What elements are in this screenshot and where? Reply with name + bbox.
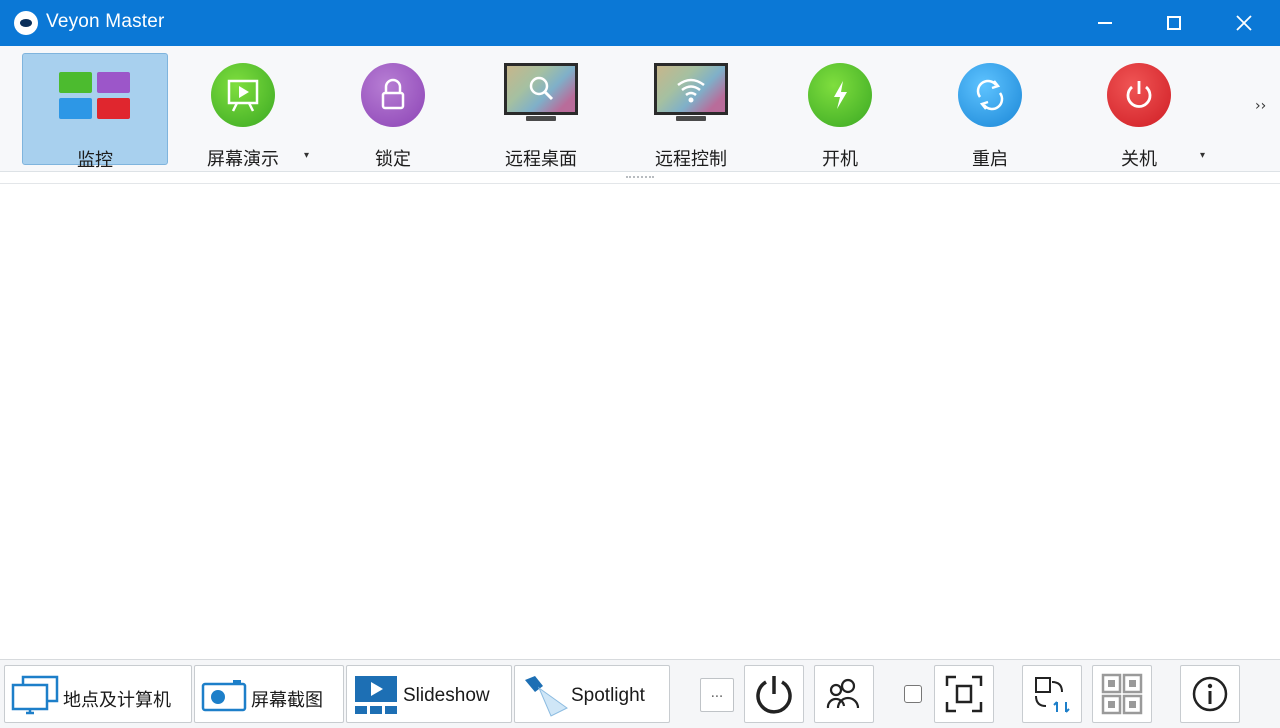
power-icon [756,676,792,714]
remote-view-icon [504,63,578,125]
camera-icon [201,680,247,712]
tool-label: 屏幕演示 [207,149,279,170]
users-button[interactable] [814,665,874,723]
bottom-toolbar: 地点及计算机 屏幕截图 Slideshow Spotlight ... [0,659,1280,728]
info-icon [1192,676,1228,712]
spotlight-icon [525,676,568,717]
slideshow-button[interactable]: Slideshow [346,665,512,723]
computer-monitoring-area [0,183,1280,659]
fit-to-screen-icon [945,675,983,713]
tool-label: 监控 [77,150,113,171]
grid-layout-icon [1101,673,1143,715]
tool-power-off-button[interactable]: 关机 [1066,53,1212,170]
power-off-dropdown-arrow[interactable]: ▾ [1200,150,1205,161]
tool-lock-button[interactable]: 锁定 [320,53,466,170]
grid-view-button[interactable] [1092,665,1152,723]
spotlight-label: Spotlight [571,685,645,706]
fit-screen-button[interactable] [934,665,994,723]
tool-label: 远程桌面 [505,149,577,170]
screenshots-button[interactable]: 屏幕截图 [194,665,344,723]
more-options-button[interactable]: ... [700,678,734,712]
window-title: Veyon Master [46,11,165,32]
tool-label: 锁定 [375,149,411,170]
minimize-icon [1098,22,1112,24]
screen-presentation-icon [211,63,275,127]
power-off-icon [1107,63,1171,127]
tool-screen-presentation-button[interactable]: 屏幕演示 [170,53,316,170]
slideshow-label: Slideshow [403,685,490,706]
spotlight-button[interactable]: Spotlight [514,665,670,723]
monitors-icon [11,675,59,715]
feature-toolbar: 监控 屏幕演示 ▾ 锁定 远程桌面 远程控制 开机 重启 关机 ▾ ›› [0,46,1280,172]
screenshots-label: 屏幕截图 [251,690,323,711]
lock-icon [361,63,425,127]
select-all-checkbox[interactable] [904,685,922,703]
power-on-icon [808,63,872,127]
swap-screens-icon [1035,677,1070,713]
locations-computers-button[interactable]: 地点及计算机 [4,665,192,723]
tool-label: 重启 [972,149,1008,170]
close-icon [1236,15,1252,31]
reboot-icon [958,63,1022,127]
tool-label: 远程控制 [655,149,727,170]
tool-label: 关机 [1121,149,1157,170]
power-button[interactable] [744,665,804,723]
maximize-button[interactable] [1139,0,1209,46]
tool-remote-view-button[interactable]: 远程桌面 [468,53,614,170]
tool-power-on-button[interactable]: 开机 [767,53,913,170]
tool-reboot-button[interactable]: 重启 [917,53,1063,170]
title-bar: Veyon Master [0,0,1280,46]
remote-control-icon [654,63,728,125]
toolbar-splitter-grip[interactable] [626,176,654,178]
slideshow-icon [355,676,397,714]
veyon-master-window: Veyon Master 监控 屏幕演示 ▾ 锁定 远程桌面 远程控制 开机 重… [0,0,1280,728]
tool-remote-control-button[interactable]: 远程控制 [618,53,764,170]
presentation-dropdown-arrow[interactable]: ▾ [304,150,309,161]
close-button[interactable] [1209,0,1279,46]
about-button[interactable] [1180,665,1240,723]
tool-monitoring-button[interactable]: 监控 [22,53,168,171]
toolbar-overflow-button[interactable]: ›› [1255,98,1266,114]
tool-label: 开机 [822,149,858,170]
monitoring-tiles-icon [59,64,131,119]
veyon-eye-icon [14,11,38,35]
locations-computers-label: 地点及计算机 [63,690,171,711]
maximize-icon [1167,16,1181,30]
minimize-button[interactable] [1070,0,1140,46]
switch-view-button[interactable] [1022,665,1082,723]
users-icon [826,678,860,709]
